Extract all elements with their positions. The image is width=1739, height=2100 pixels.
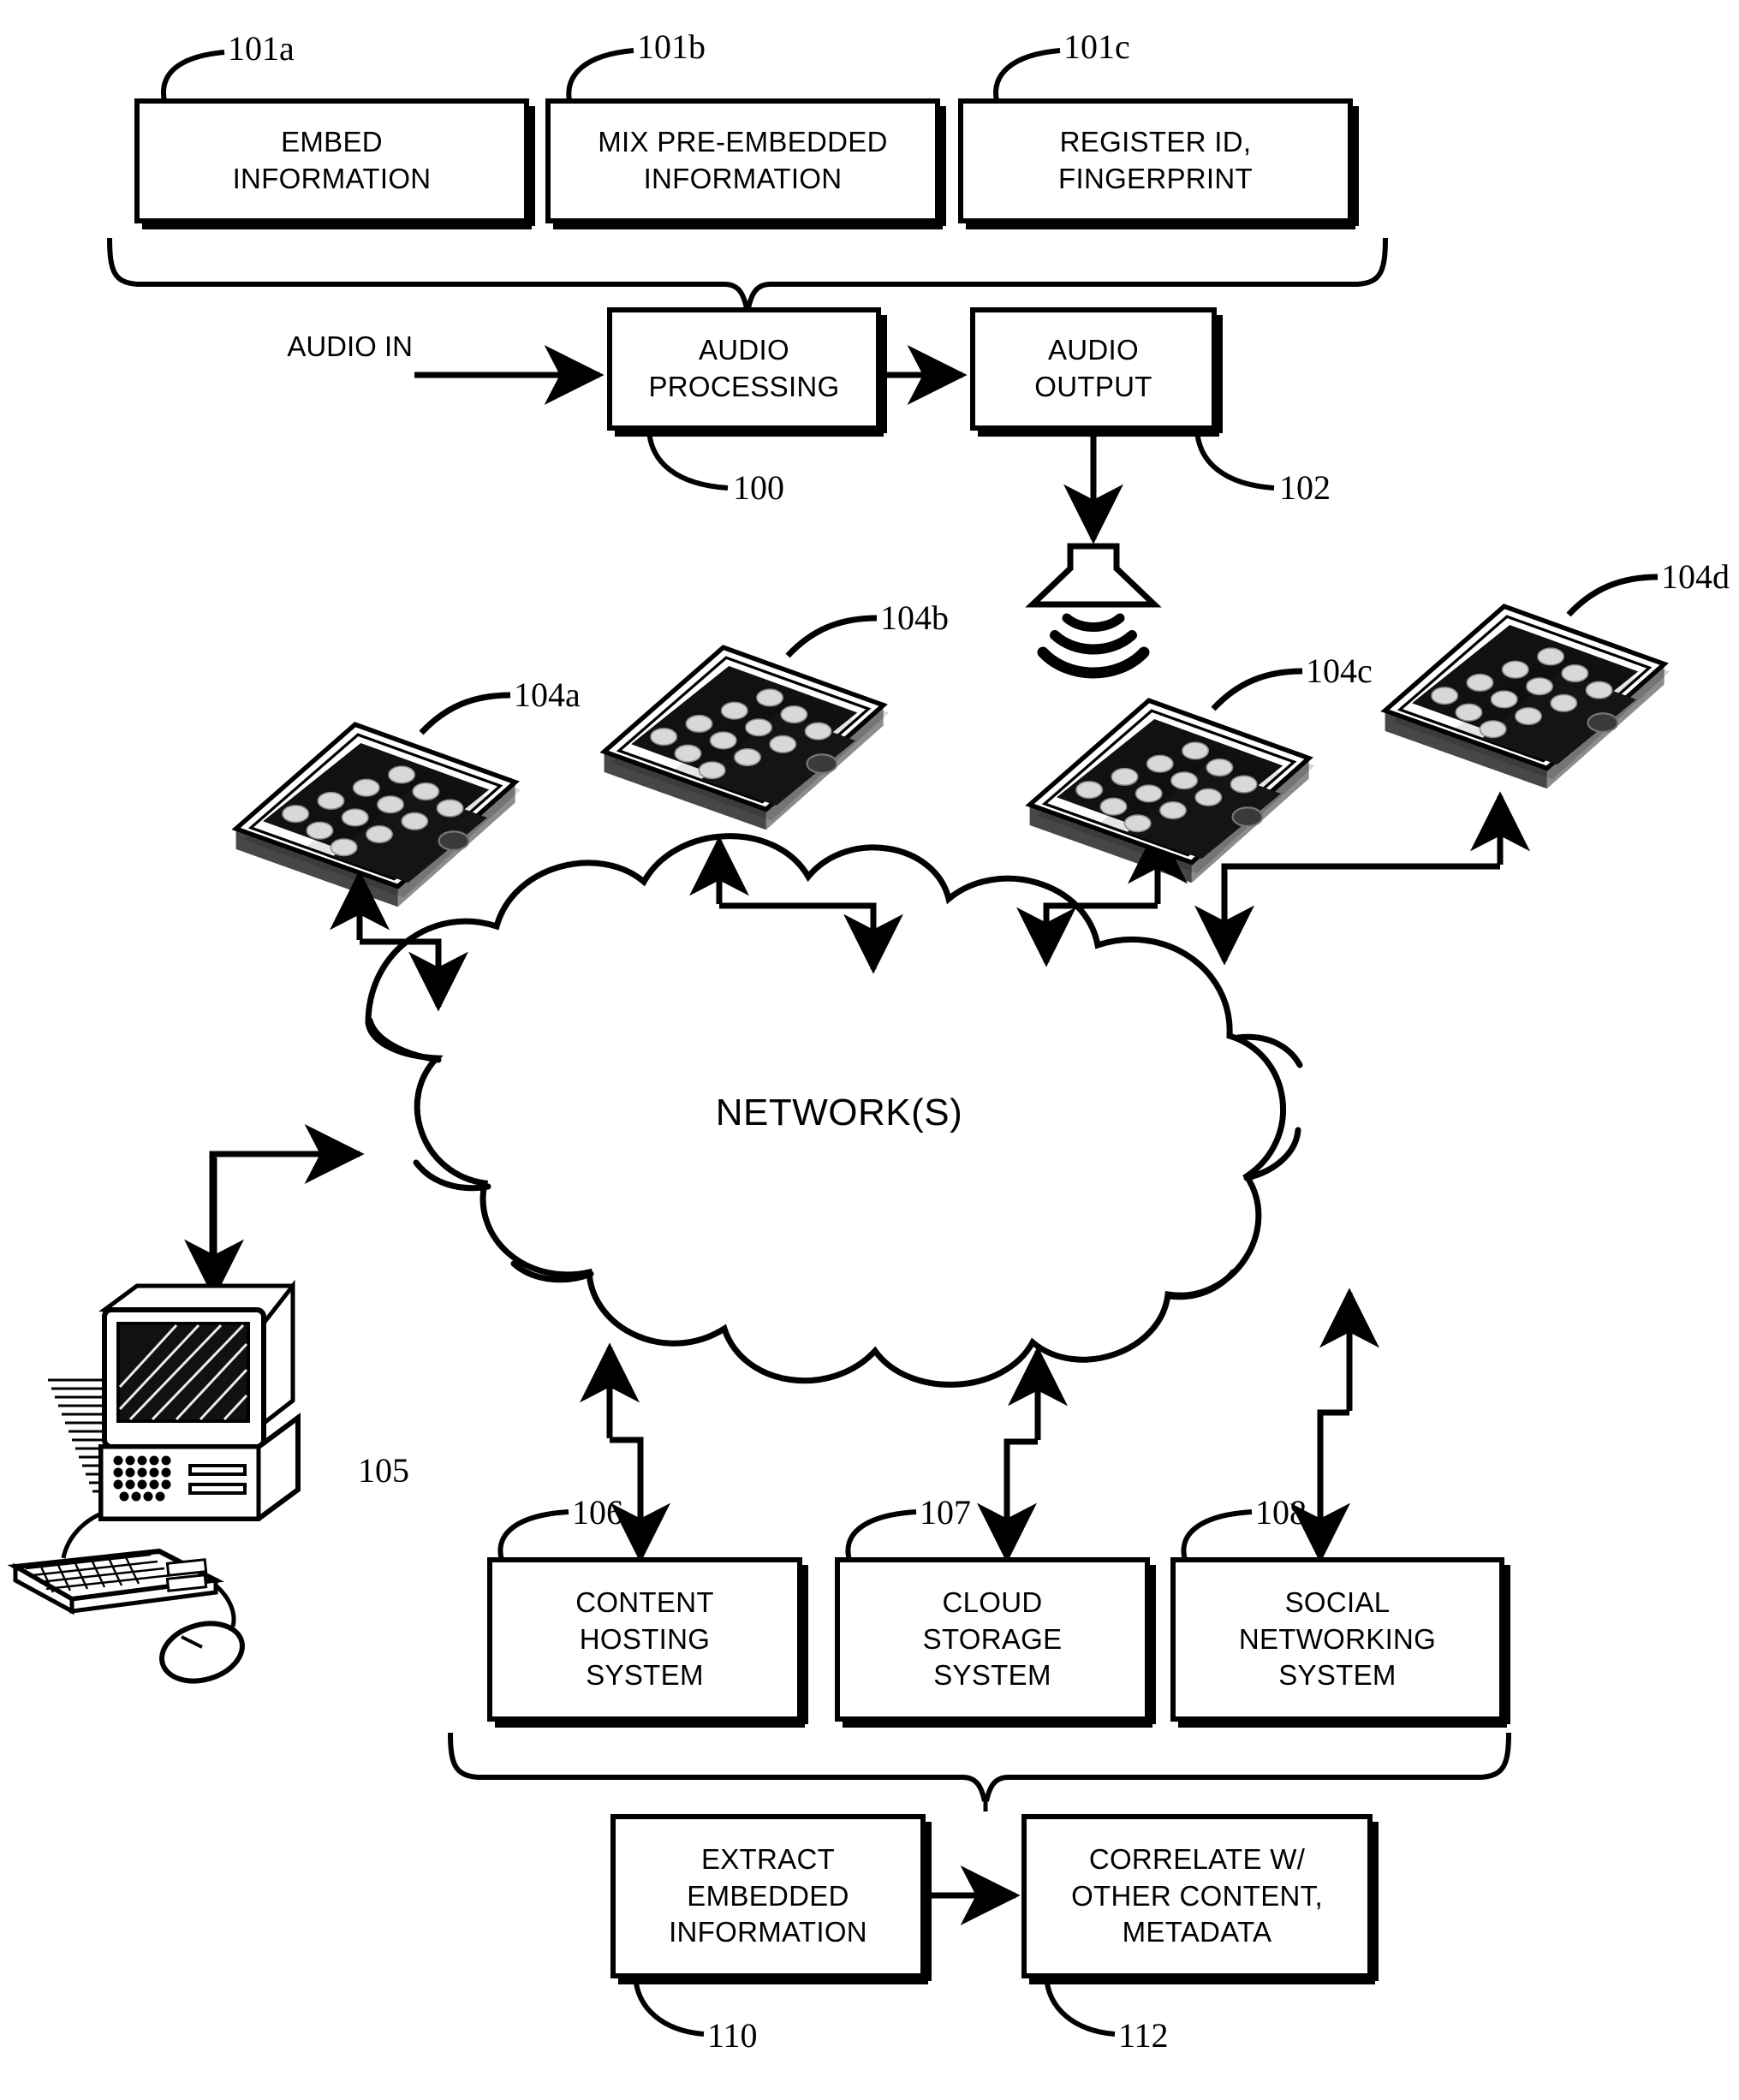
leader-102 (1194, 429, 1275, 491)
brace-bottom (448, 1732, 1511, 1811)
device-104b (604, 647, 890, 830)
leader-110 (633, 1975, 705, 2037)
patent-figure: EMBED INFORMATION MIX PRE-EMBEDDED INFOR… (0, 0, 1739, 2100)
ref-101c: 101c (1063, 27, 1130, 66)
leader-101c (993, 48, 1061, 102)
link-cloud-108 (1290, 1288, 1379, 1563)
network-label: NETWORK(S) (715, 1092, 963, 1133)
leader-104d (1566, 574, 1659, 617)
leader-104c (1211, 668, 1303, 711)
system-box-107 (835, 1557, 1156, 1728)
process-box-112 (1021, 1814, 1379, 1984)
device-104a (236, 724, 521, 907)
device-104c (1030, 700, 1315, 883)
leader-100 (646, 429, 729, 491)
ref-105: 105 (358, 1451, 409, 1490)
system-box-108 (1170, 1557, 1510, 1728)
link-104d-cloud (1194, 791, 1530, 966)
leader-104b (785, 615, 878, 658)
audio-processing-box (607, 307, 887, 437)
leader-104a (419, 692, 511, 735)
ref-102: 102 (1279, 468, 1331, 507)
leader-101a (161, 50, 225, 102)
loudspeaker-icon (1025, 543, 1162, 608)
leader-112 (1044, 1975, 1116, 2037)
process-box-101a (134, 98, 535, 229)
ref-104c: 104c (1306, 651, 1373, 690)
system-box-106 (487, 1557, 808, 1728)
ref-107: 107 (920, 1493, 971, 1532)
audio-output-box (970, 307, 1223, 437)
leader-106 (497, 1509, 569, 1561)
ref-104a: 104a (514, 675, 581, 714)
audio-in-label: AUDIO IN (287, 330, 413, 362)
desktop-computer-icon (7, 1279, 301, 1684)
device-104d (1385, 606, 1671, 788)
brace-top (107, 237, 1388, 318)
process-box-101b (545, 98, 946, 229)
speaker-sound-waves (1037, 613, 1150, 679)
ref-104d: 104d (1661, 557, 1730, 596)
ref-104b: 104b (880, 598, 949, 637)
leader-101b (566, 48, 634, 102)
ref-101b: 101b (637, 27, 706, 66)
ref-110: 110 (707, 2016, 758, 2055)
ref-100: 100 (733, 468, 784, 507)
link-105-cloud (184, 1124, 365, 1300)
process-box-101c (958, 98, 1359, 229)
leader-108 (1181, 1509, 1253, 1561)
figure-vector-layer (7, 48, 1739, 2037)
ref-106: 106 (572, 1493, 623, 1532)
ref-112: 112 (1118, 2016, 1169, 2055)
leader-107 (845, 1509, 917, 1561)
ref-101a: 101a (228, 29, 295, 68)
link-cloud-107 (977, 1346, 1068, 1563)
ref-108: 108 (1255, 1493, 1307, 1532)
process-box-110 (610, 1814, 932, 1984)
